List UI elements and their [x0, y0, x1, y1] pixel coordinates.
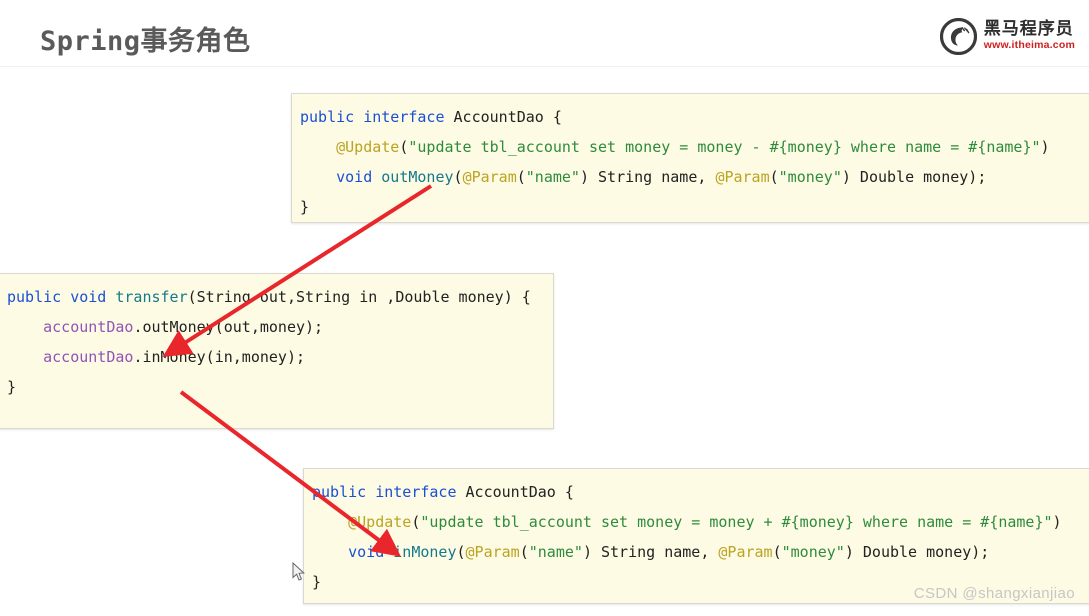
slide-header: Spring事务角色 黑马程序员 www.itheima.com [0, 0, 1089, 67]
code-token: @Param [465, 543, 520, 561]
code-token: inMoney [393, 543, 457, 561]
code-token: void [348, 543, 385, 561]
code-token: "name" [528, 543, 583, 561]
page-title: Spring事务角色 [40, 26, 251, 57]
code-token: } [312, 573, 322, 591]
code-token: } [300, 198, 310, 216]
code-token: accountDao [43, 348, 134, 366]
code-token: ( [772, 543, 782, 561]
code-token: ) Double money); [844, 543, 990, 561]
code-token: "update tbl_account set money = money + … [420, 513, 1053, 531]
brand-name-cn: 黑马程序员 [983, 19, 1074, 40]
code-token: AccountDao { [444, 108, 562, 126]
code-token: @Param [718, 543, 773, 561]
code-token: public [300, 108, 355, 126]
code-token: } [7, 378, 17, 396]
code-line: void outMoney(@Param("name") String name… [300, 162, 1089, 192]
code-block-accountdao-outmoney: public interface AccountDao { @Update("u… [291, 93, 1089, 223]
code-line: accountDao.inMoney(in,money); [7, 342, 553, 372]
mouse-pointer-icon [292, 561, 306, 582]
code-token: AccountDao { [456, 483, 574, 501]
code-token: ( [516, 168, 526, 186]
code-token: @Update [348, 513, 412, 531]
code-token: "name" [525, 168, 580, 186]
code-token: ) String name, [579, 168, 716, 186]
code-line: } [7, 372, 553, 402]
code-token: void [336, 168, 373, 186]
code-token: interface [363, 108, 445, 126]
code-token: .inMoney(in,money); [133, 348, 306, 366]
code-line: @Update("update tbl_account set money = … [312, 507, 1089, 537]
code-token: @Param [715, 168, 770, 186]
brand-logo: 黑马程序员 www.itheima.com [939, 16, 1075, 56]
code-token: ( [456, 543, 466, 561]
code-token: @Update [336, 138, 400, 156]
code-token: ( [519, 543, 529, 561]
brand-logo-text: 黑马程序员 www.itheima.com [984, 21, 1075, 51]
code-token: ( [769, 168, 779, 186]
code-line: @Update("update tbl_account set money = … [300, 132, 1089, 162]
code-block-accountdao-inmoney: public interface AccountDao { @Update("u… [303, 468, 1089, 604]
code-line: void inMoney(@Param("name") String name,… [312, 537, 1089, 567]
code-token: transfer [115, 288, 188, 306]
code-line: accountDao.outMoney(out,money); [7, 312, 553, 342]
csdn-watermark: CSDN @shangxianjiao [913, 585, 1075, 602]
code-token: "money" [781, 543, 845, 561]
code-block-transfer-service: public void transfer(String out,String i… [0, 273, 554, 429]
slide-canvas: Spring事务角色 黑马程序员 www.itheima.com public … [0, 0, 1089, 616]
code-token: "update tbl_account set money = money - … [408, 138, 1041, 156]
code-token: accountDao [43, 318, 134, 336]
code-token: outMoney [381, 168, 454, 186]
code-line: public interface AccountDao { [312, 477, 1089, 507]
code-line: public interface AccountDao { [300, 102, 1089, 132]
code-token: ) [1040, 138, 1050, 156]
code-token: ( [453, 168, 463, 186]
code-token: public [7, 288, 62, 306]
horse-head-logo-icon [939, 17, 977, 55]
code-token: void [70, 288, 107, 306]
code-token: (String out,String in ,Double money) { [187, 288, 531, 306]
code-token: "money" [778, 168, 842, 186]
code-token: interface [375, 483, 457, 501]
code-token: @Param [462, 168, 517, 186]
code-token: ) Double money); [841, 168, 987, 186]
code-token: ) [1052, 513, 1062, 531]
code-token: .outMoney(out,money); [133, 318, 324, 336]
code-line: public void transfer(String out,String i… [7, 282, 553, 312]
brand-url: www.itheima.com [983, 39, 1075, 52]
code-line: } [300, 192, 1089, 222]
code-token: ) String name, [582, 543, 719, 561]
code-token: public [312, 483, 367, 501]
